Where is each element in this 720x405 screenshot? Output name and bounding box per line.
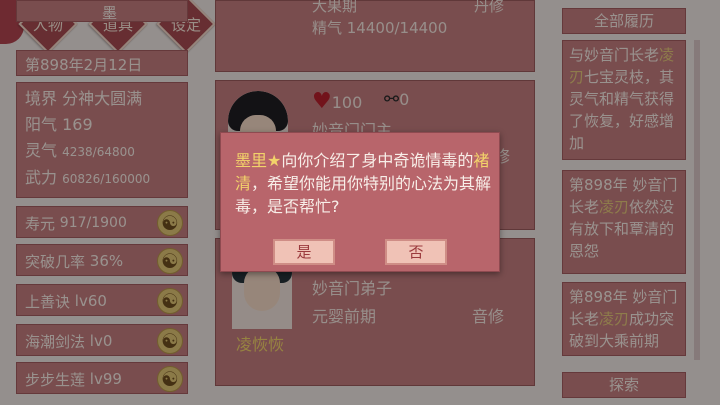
star-icon: ★ [267, 151, 282, 170]
yes-button[interactable]: 是 [273, 239, 335, 265]
event-dialog: 墨里★向你介绍了身中奇诡情毒的褚清，希望你能用你特别的心法为其解毒，是否帮忙? … [220, 132, 500, 272]
no-button[interactable]: 否 [385, 239, 447, 265]
dialog-message: 墨里★向你介绍了身中奇诡情毒的褚清，希望你能用你特别的心法为其解毒，是否帮忙? [235, 151, 492, 216]
speaker-name: 墨里 [235, 151, 268, 170]
